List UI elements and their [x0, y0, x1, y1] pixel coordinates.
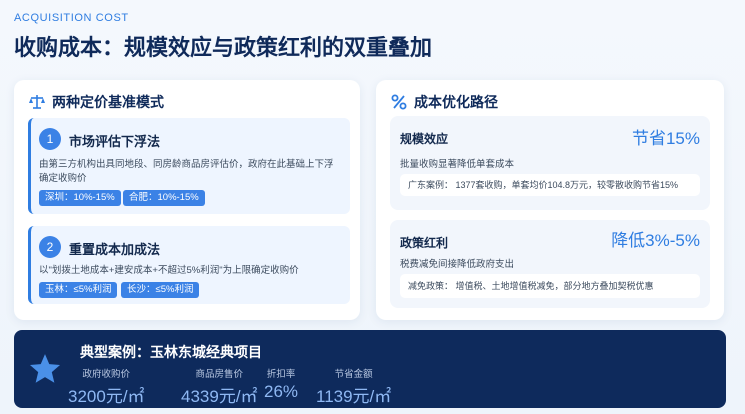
stat-gov-price: 政府收购价 3200元/㎡	[68, 366, 145, 407]
method-description: 由第三方机构出具同地段、同房龄商品房评估价，政府在此基础上下浮确定收购价	[39, 159, 334, 184]
city-tag-hefei: 合肥：10%-15%	[123, 190, 205, 206]
path-highlight: 节省15%	[631, 129, 700, 148]
case-study-title: 典型案例：玉林东城经典项目	[80, 344, 262, 360]
city-tag-shenzhen: 深圳：10%-15%	[39, 190, 121, 206]
method-market-discount: 1 市场评估下浮法 由第三方机构出具同地段、同房龄商品房评估价，政府在此基础上下…	[28, 118, 350, 214]
stat-label: 商品房售价	[195, 369, 244, 380]
path-policy-dividend: 政策红利 降低3%-5% 税费减免间接降低政府支出 减免政策： 增值税、土地增值…	[390, 220, 710, 308]
path-highlight: 降低3%-5%	[611, 231, 700, 250]
case-study-banner: 典型案例：玉林东城经典项目 政府收购价 3200元/㎡ 商品房售价 4339元/…	[14, 330, 726, 408]
cost-optimization-header: 成本优化路径	[390, 92, 498, 112]
stat-value: 1139元/㎡	[316, 387, 392, 406]
pricing-models-header: 两种定价基准模式	[28, 92, 164, 112]
path-description: 批量收购显著降低单套成本	[400, 159, 515, 170]
pricing-models-card: 两种定价基准模式 1 市场评估下浮法 由第三方机构出具同地段、同房龄商品房评估价…	[14, 80, 360, 320]
page-title: 收购成本：规模效应与政策红利的双重叠加	[14, 35, 433, 60]
stat-market-price: 商品房售价 4339元/㎡	[181, 366, 258, 407]
cost-optimization-card: 成本优化路径 规模效应 节省15% 批量收购显著降低单套成本 广东案例： 137…	[376, 80, 724, 320]
method-number-badge: 2	[39, 236, 61, 258]
path-case-detail: 广东案例： 1377套收购，单套均价104.8万元，较零散收购节省15%	[400, 174, 700, 196]
method-description: 以"划拨土地成本+建安成本+不超过5%利润"为上限确定收购价	[39, 265, 299, 276]
stat-discount-rate: 折扣率 26%	[264, 366, 298, 402]
path-description: 税费减免间接降低政府支出	[400, 259, 515, 270]
method-name: 市场评估下浮法	[69, 134, 161, 149]
cost-optimization-title: 成本优化路径	[414, 94, 498, 110]
pricing-models-title: 两种定价基准模式	[52, 94, 164, 110]
path-name: 规模效应	[400, 132, 449, 146]
stat-value: 4339元/㎡	[181, 387, 258, 406]
city-tag-changsha: 长沙：≤5%利润	[121, 282, 200, 298]
path-name: 政策红利	[400, 236, 449, 250]
star-icon	[28, 352, 62, 386]
method-name: 重置成本加成法	[69, 242, 161, 257]
path-policy-detail: 减免政策： 增值税、土地增值税减免，部分地方叠加契税优惠	[400, 274, 700, 298]
method-number-badge: 1	[39, 128, 61, 150]
city-tag-yulin: 玉林：≤5%利润	[39, 282, 118, 298]
stat-label: 折扣率	[266, 369, 296, 380]
method-cost-plus: 2 重置成本加成法 以"划拨土地成本+建安成本+不超过5%利润"为上限确定收购价…	[28, 226, 350, 304]
scale-icon	[28, 93, 46, 111]
stat-value: 3200元/㎡	[68, 387, 145, 406]
stat-savings: 节省金额 1139元/㎡	[316, 366, 391, 407]
stat-value: 26%	[264, 382, 299, 401]
percent-icon	[390, 93, 408, 111]
stat-label: 节省金额	[334, 369, 373, 380]
eyebrow-label: ACQUISITION COST	[14, 12, 129, 24]
stat-label: 政府收购价	[82, 369, 131, 380]
path-scale-effect: 规模效应 节省15% 批量收购显著降低单套成本 广东案例： 1377套收购，单套…	[390, 116, 710, 210]
